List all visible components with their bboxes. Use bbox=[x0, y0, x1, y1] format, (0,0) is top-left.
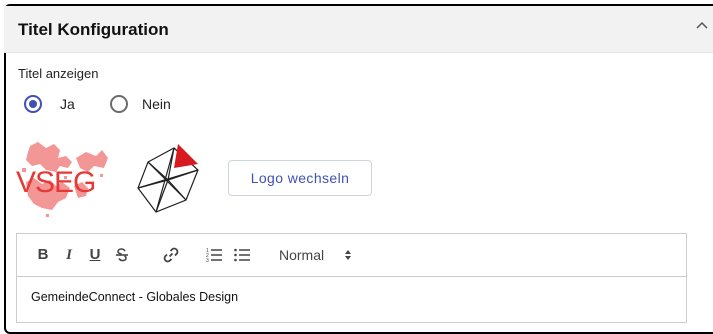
editor-toolbar: B I U 123 Normal bbox=[17, 234, 686, 277]
vseg-logo: VSEG bbox=[16, 138, 116, 218]
chevron-up-icon[interactable] bbox=[694, 18, 710, 34]
radio-nein-label: Nein bbox=[142, 96, 171, 112]
rich-text-editor: B I U 123 Normal GemeindeConnect - Globa… bbox=[16, 233, 687, 323]
radio-option-nein[interactable]: Nein bbox=[110, 93, 171, 115]
radio-ja-label: Ja bbox=[60, 96, 75, 112]
radio-nein-control[interactable] bbox=[110, 95, 128, 113]
section-title: Titel Konfiguration bbox=[18, 20, 169, 39]
link-icon[interactable] bbox=[161, 246, 181, 264]
show-title-label: Titel anzeigen bbox=[18, 66, 99, 81]
ordered-list-icon[interactable]: 123 bbox=[205, 246, 223, 264]
select-arrows-icon bbox=[344, 249, 352, 261]
change-logo-button[interactable]: Logo wechseln bbox=[228, 160, 372, 196]
editor-content[interactable]: GemeindeConnect - Globales Design bbox=[31, 290, 238, 304]
svg-text:3: 3 bbox=[206, 258, 209, 264]
italic-button[interactable]: I bbox=[61, 246, 77, 264]
geometric-logo bbox=[128, 140, 212, 218]
header-select[interactable]: Normal bbox=[279, 244, 369, 266]
strike-icon[interactable] bbox=[113, 246, 131, 264]
underline-button[interactable]: U bbox=[87, 246, 103, 264]
bullet-list-icon[interactable] bbox=[233, 246, 251, 264]
radio-option-ja[interactable]: Ja bbox=[24, 93, 75, 115]
vseg-wordmark: VSEG bbox=[16, 166, 95, 199]
radio-ja-control[interactable] bbox=[24, 95, 42, 113]
header-select-value: Normal bbox=[279, 247, 325, 263]
bold-button[interactable]: B bbox=[35, 246, 51, 264]
